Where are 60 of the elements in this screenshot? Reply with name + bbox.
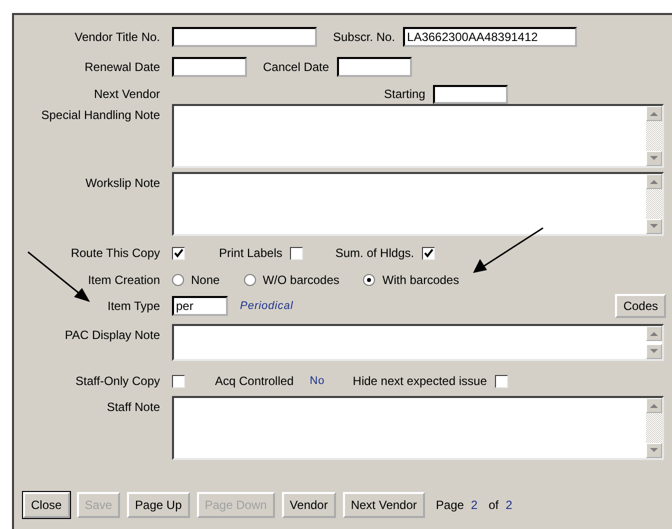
item-type-description: Periodical — [240, 300, 294, 312]
field-label: Workslip Note — [84, 176, 160, 190]
subscr-no-field[interactable]: LA3662300AA48391412 — [403, 27, 578, 47]
scrollbar[interactable] — [646, 398, 662, 458]
vendor-title-field[interactable] — [172, 27, 317, 47]
cancel-date-field[interactable] — [337, 57, 412, 77]
renewal-date-field[interactable] — [172, 57, 247, 77]
scrollbar[interactable] — [646, 326, 662, 359]
checkbox[interactable] — [422, 246, 436, 260]
arrow — [473, 227, 544, 273]
scrollbar[interactable] — [646, 174, 662, 234]
note-field[interactable] — [172, 324, 664, 361]
field-label: Item Type — [106, 299, 160, 313]
radio-option[interactable]: W/O barcodes — [244, 273, 340, 287]
acq-controlled-value: No — [310, 375, 325, 387]
field-label: Cancel Date — [263, 60, 330, 74]
scroll-down-icon — [650, 448, 658, 453]
field-label: Subscr. No. — [333, 30, 396, 44]
field-label: Special Handling Note — [40, 108, 160, 122]
note-field[interactable] — [172, 396, 664, 460]
scroll-up-icon — [650, 331, 658, 336]
scroll-down-icon — [650, 224, 658, 229]
action-button[interactable]: Page Up — [127, 492, 190, 518]
field-label: Route This Copy — [70, 246, 160, 260]
scroll-down-icon — [650, 349, 658, 354]
radio-option[interactable]: With barcodes — [363, 273, 460, 287]
field-label: Acq Controlled — [215, 374, 294, 388]
page-label: of — [488, 498, 499, 512]
field-label: Staff Note — [106, 400, 160, 414]
note-field[interactable] — [172, 104, 664, 168]
scroll-up-icon — [650, 111, 658, 116]
page-label: Page — [436, 498, 464, 512]
field-label: PAC Display Note — [64, 328, 160, 342]
scroll-up-icon — [650, 403, 658, 408]
field-label: Hide next expected issue — [352, 374, 487, 388]
field-label: Starting — [384, 87, 426, 101]
page-number: 2 — [506, 498, 512, 512]
item-type-field[interactable]: per — [172, 296, 228, 316]
field-label: Staff-Only Copy — [74, 374, 160, 388]
field-label: Renewal Date — [84, 60, 160, 74]
field-label: Sum. of Hldgs. — [335, 246, 414, 260]
starting-field[interactable] — [433, 84, 508, 104]
scroll-up-icon — [650, 179, 658, 184]
scrollbar[interactable] — [646, 106, 662, 166]
field-label: Vendor Title No. — [74, 30, 160, 44]
scroll-down-icon — [650, 156, 658, 161]
radio-option[interactable]: None — [172, 273, 220, 287]
action-button[interactable]: Close — [23, 492, 70, 518]
field-label: Item Creation — [86, 273, 160, 287]
checkbox[interactable] — [290, 246, 304, 260]
field-label: Print Labels — [219, 246, 282, 260]
action-button[interactable]: Vendor — [282, 492, 336, 518]
codes-button[interactable]: Codes — [615, 294, 666, 318]
action-button[interactable]: Next Vendor — [342, 492, 425, 518]
checkbox[interactable] — [494, 374, 508, 388]
field-label: Next Vendor — [92, 87, 160, 101]
checkbox[interactable] — [172, 374, 185, 388]
note-field[interactable] — [172, 172, 664, 236]
page-number: 2 — [470, 498, 478, 512]
checkbox[interactable] — [172, 246, 185, 260]
